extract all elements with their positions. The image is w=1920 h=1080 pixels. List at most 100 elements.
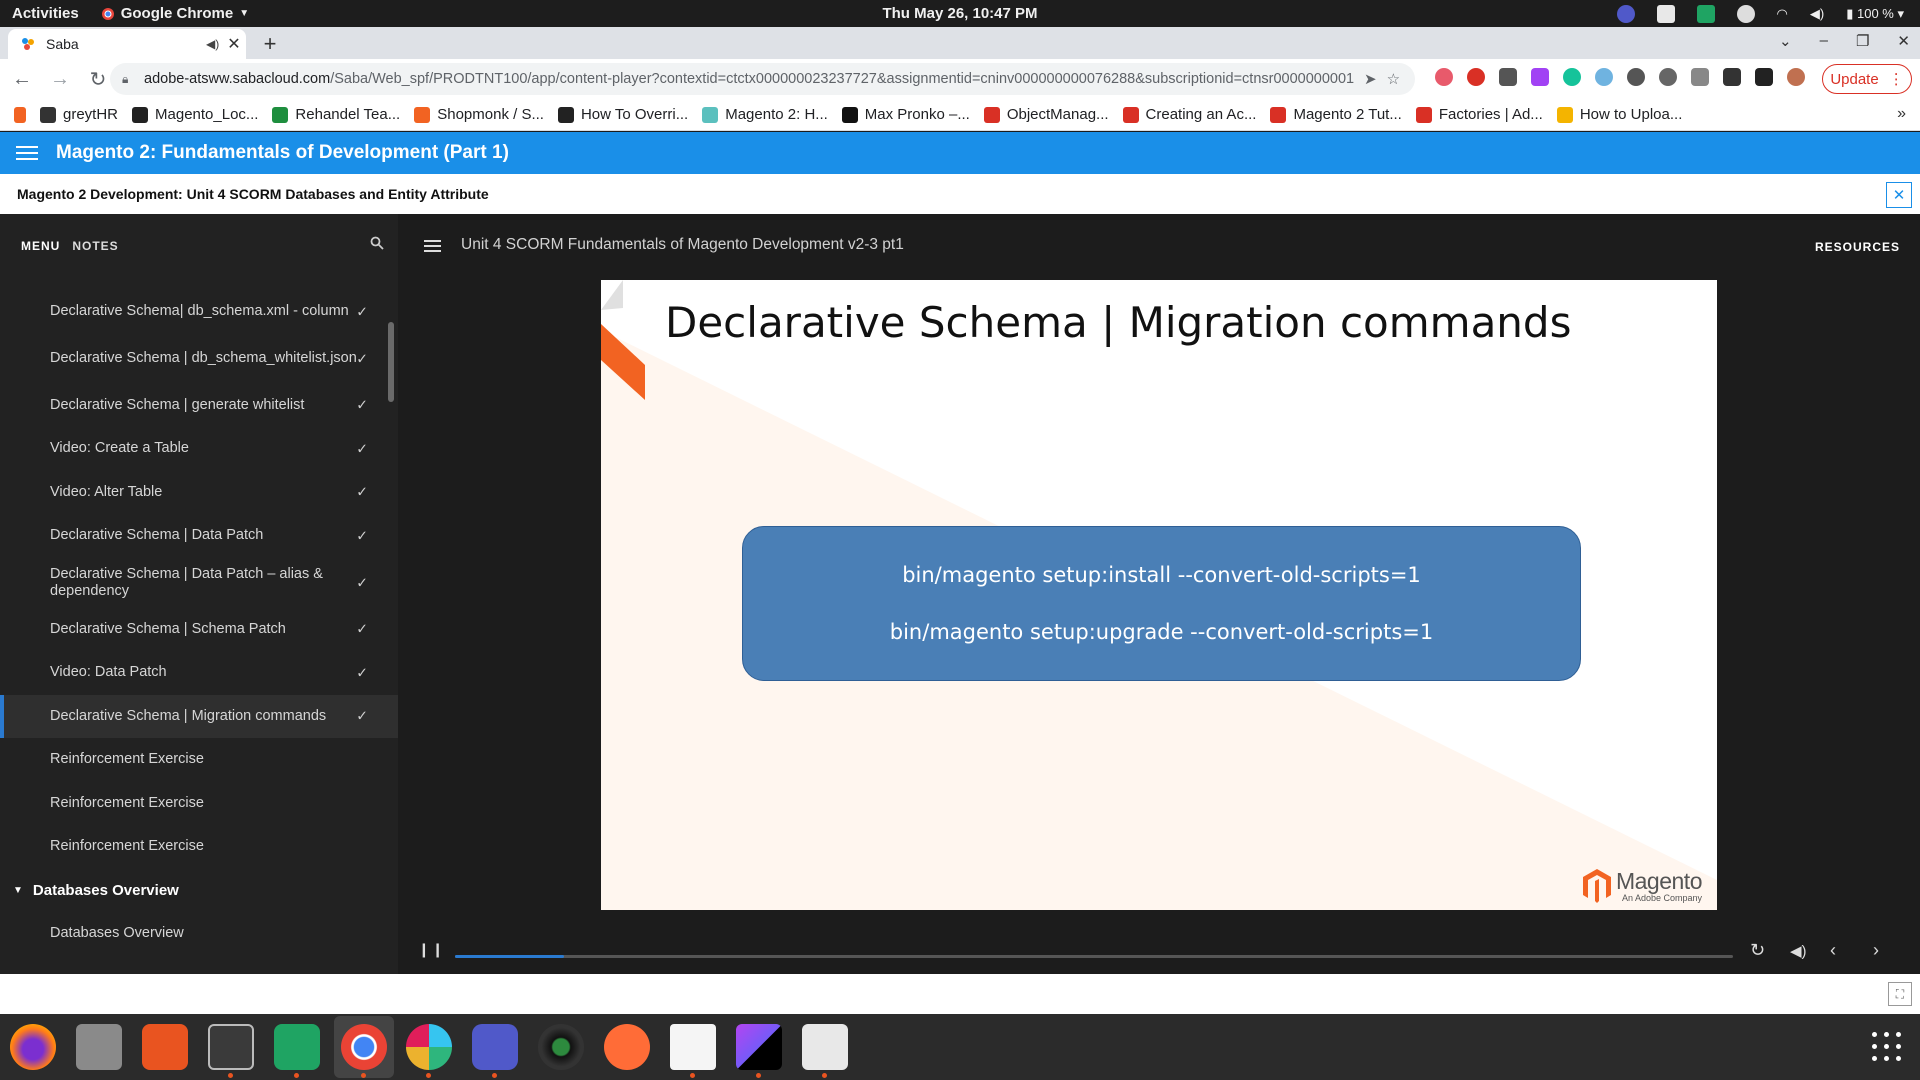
bookmarks-overflow-button[interactable]: »: [1897, 105, 1906, 123]
search-icon[interactable]: [370, 236, 384, 253]
lesson-item[interactable]: Video: Create a Table ✓: [0, 427, 398, 471]
extension-icon[interactable]: [1499, 68, 1517, 86]
sidebar-scrollbar[interactable]: [388, 322, 394, 402]
lesson-item[interactable]: Declarative Schema | Data Patch – alias …: [0, 558, 398, 608]
lesson-item[interactable]: Declarative Schema | Schema Patch ✓: [0, 608, 398, 652]
bookmark-item[interactable]: Magento 2 Tut...: [1270, 106, 1402, 123]
tab-audio-icon[interactable]: ◀): [206, 37, 222, 51]
bookmark-item[interactable]: Rehandel Tea...: [272, 106, 400, 123]
bookmark-item[interactable]: How To Overri...: [557, 106, 688, 123]
tab-notes[interactable]: NOTES: [72, 239, 118, 253]
bookmark-item[interactable]: How to Uploa...: [1556, 106, 1682, 123]
puzzle-extensions-icon[interactable]: [1723, 68, 1741, 86]
address-bar[interactable]: 🔒︎ adobe-atsww.sabacloud.com/Saba/Web_sp…: [110, 63, 1415, 95]
vpn-globe-icon[interactable]: [1736, 4, 1755, 23]
extension-icon[interactable]: [1595, 68, 1613, 86]
lesson-item[interactable]: Reinforcement Exercise: [0, 825, 398, 869]
chat-tray-icon[interactable]: [1696, 4, 1715, 23]
fullscreen-icon[interactable]: ⛶: [1888, 982, 1912, 1006]
lesson-item[interactable]: Video: Data Patch ✓: [0, 651, 398, 695]
browser-tab-saba[interactable]: Saba ◀) ✕: [8, 29, 246, 59]
side-panel-icon[interactable]: [1755, 68, 1773, 86]
file-manager-icon[interactable]: [76, 1024, 122, 1070]
previous-slide-button[interactable]: ‹: [1830, 940, 1836, 961]
bookmark-item[interactable]: Factories | Ad...: [1415, 106, 1543, 123]
extension-icon[interactable]: [1531, 68, 1549, 86]
running-indicator: [492, 1073, 497, 1078]
section-header[interactable]: ▼ Databases Overview: [0, 869, 398, 913]
text-editor-icon[interactable]: [670, 1024, 716, 1070]
lesson-item[interactable]: Declarative Schema| db_schema.xml - colu…: [0, 290, 398, 334]
replay-icon[interactable]: ↻: [1750, 940, 1765, 961]
running-indicator: [426, 1073, 431, 1078]
adblock-icon[interactable]: [1467, 68, 1485, 86]
firefox-icon[interactable]: [10, 1024, 56, 1070]
app-menu[interactable]: Google Chrome ▼: [101, 5, 249, 22]
postman-icon[interactable]: [604, 1024, 650, 1070]
tab-search-chevron-icon[interactable]: ⌄: [1779, 32, 1792, 50]
slack-icon[interactable]: [406, 1024, 452, 1070]
volume-icon[interactable]: ◀): [1790, 942, 1807, 960]
slack-tray-icon[interactable]: [1656, 4, 1675, 23]
lock-icon[interactable]: 🔒︎: [122, 72, 136, 87]
close-window-button[interactable]: ✕: [1897, 32, 1910, 50]
tab-close-icon[interactable]: ✕: [222, 34, 246, 54]
bookmark-item[interactable]: ObjectManag...: [983, 106, 1109, 123]
forward-button[interactable]: →: [44, 63, 76, 95]
show-apps-icon[interactable]: [1872, 1032, 1902, 1062]
bookmark-item[interactable]: Magento_Loc...: [132, 106, 258, 123]
resources-button[interactable]: RESOURCES: [1815, 240, 1900, 254]
bookmark-item[interactable]: Magento 2: H...: [702, 106, 828, 123]
bookmark-item[interactable]: greytHR: [40, 106, 118, 123]
bookmarks-bar: greytHR Magento_Loc... Rehandel Tea... Shop…: [0, 99, 1920, 131]
tab-menu[interactable]: MENU: [21, 239, 60, 253]
extension-icon[interactable]: [1627, 68, 1645, 86]
minimize-button[interactable]: –: [1820, 32, 1828, 50]
profile-avatar[interactable]: [1787, 68, 1805, 86]
bookmark-magento-icon[interactable]: [14, 106, 26, 123]
lesson-item[interactable]: Declarative Schema | Migration commands ✓: [0, 694, 398, 738]
software-center-icon[interactable]: [142, 1024, 188, 1070]
restore-button[interactable]: ❐: [1856, 32, 1869, 50]
progress-bar[interactable]: [455, 955, 1733, 958]
google-chat-icon[interactable]: [274, 1024, 320, 1070]
volume-icon[interactable]: ◀): [1810, 6, 1824, 22]
system-monitor-icon[interactable]: [802, 1024, 848, 1070]
update-button[interactable]: Update ⋮: [1822, 64, 1912, 94]
lesson-item[interactable]: Declarative Schema | Data Patch ✓: [0, 514, 398, 558]
extension-icon[interactable]: [1691, 68, 1709, 86]
bookmark-label: ObjectManag...: [1006, 106, 1109, 123]
lesson-item[interactable]: Declarative Schema | generate whitelist ✓: [0, 384, 398, 428]
hamburger-menu-icon[interactable]: [16, 142, 38, 164]
bookmark-item[interactable]: Shopmonk / S...: [414, 106, 544, 123]
new-tab-button[interactable]: +: [258, 31, 282, 57]
wifi-icon[interactable]: ◠: [1777, 6, 1788, 22]
lesson-item[interactable]: Reinforcement Exercise: [0, 738, 398, 782]
camera-icon[interactable]: [538, 1024, 584, 1070]
bookmark-star-icon[interactable]: ☆: [1387, 70, 1400, 88]
lesson-label: Declarative Schema | generate whitelist: [50, 396, 305, 413]
player-menu-icon[interactable]: [424, 240, 441, 255]
send-to-devices-icon[interactable]: ➤: [1364, 70, 1377, 88]
teams-icon[interactable]: [472, 1024, 518, 1070]
phpstorm-icon[interactable]: [736, 1024, 782, 1070]
terminal-icon[interactable]: [208, 1024, 254, 1070]
next-slide-button[interactable]: ›: [1873, 940, 1879, 961]
settings-gear-icon[interactable]: [1659, 68, 1677, 86]
lesson-item[interactable]: Declarative Schema | db_schema_whitelist…: [0, 334, 398, 384]
battery-indicator[interactable]: ▮ 100 % ▾: [1846, 6, 1904, 22]
system-tray[interactable]: ◠ ◀) ▮ 100 % ▾: [1616, 0, 1904, 27]
bookmark-item[interactable]: Creating an Ac...: [1122, 106, 1256, 123]
pause-button[interactable]: ❙❙: [418, 941, 445, 958]
bookmark-item[interactable]: Max Pronko –...: [841, 106, 970, 123]
extension-icon[interactable]: [1435, 68, 1453, 86]
teams-tray-icon[interactable]: [1616, 4, 1635, 23]
lesson-item[interactable]: Reinforcement Exercise: [0, 782, 398, 826]
lesson-item[interactable]: Databases Overview: [0, 913, 398, 955]
url-text[interactable]: adobe-atsww.sabacloud.com/Saba/Web_spf/P…: [144, 71, 1354, 87]
back-button[interactable]: ←: [6, 63, 38, 95]
grammarly-icon[interactable]: [1563, 68, 1581, 86]
lesson-item[interactable]: Video: Alter Table ✓: [0, 471, 398, 515]
close-player-button[interactable]: ✕: [1886, 182, 1912, 208]
activities-button[interactable]: Activities: [12, 5, 79, 22]
